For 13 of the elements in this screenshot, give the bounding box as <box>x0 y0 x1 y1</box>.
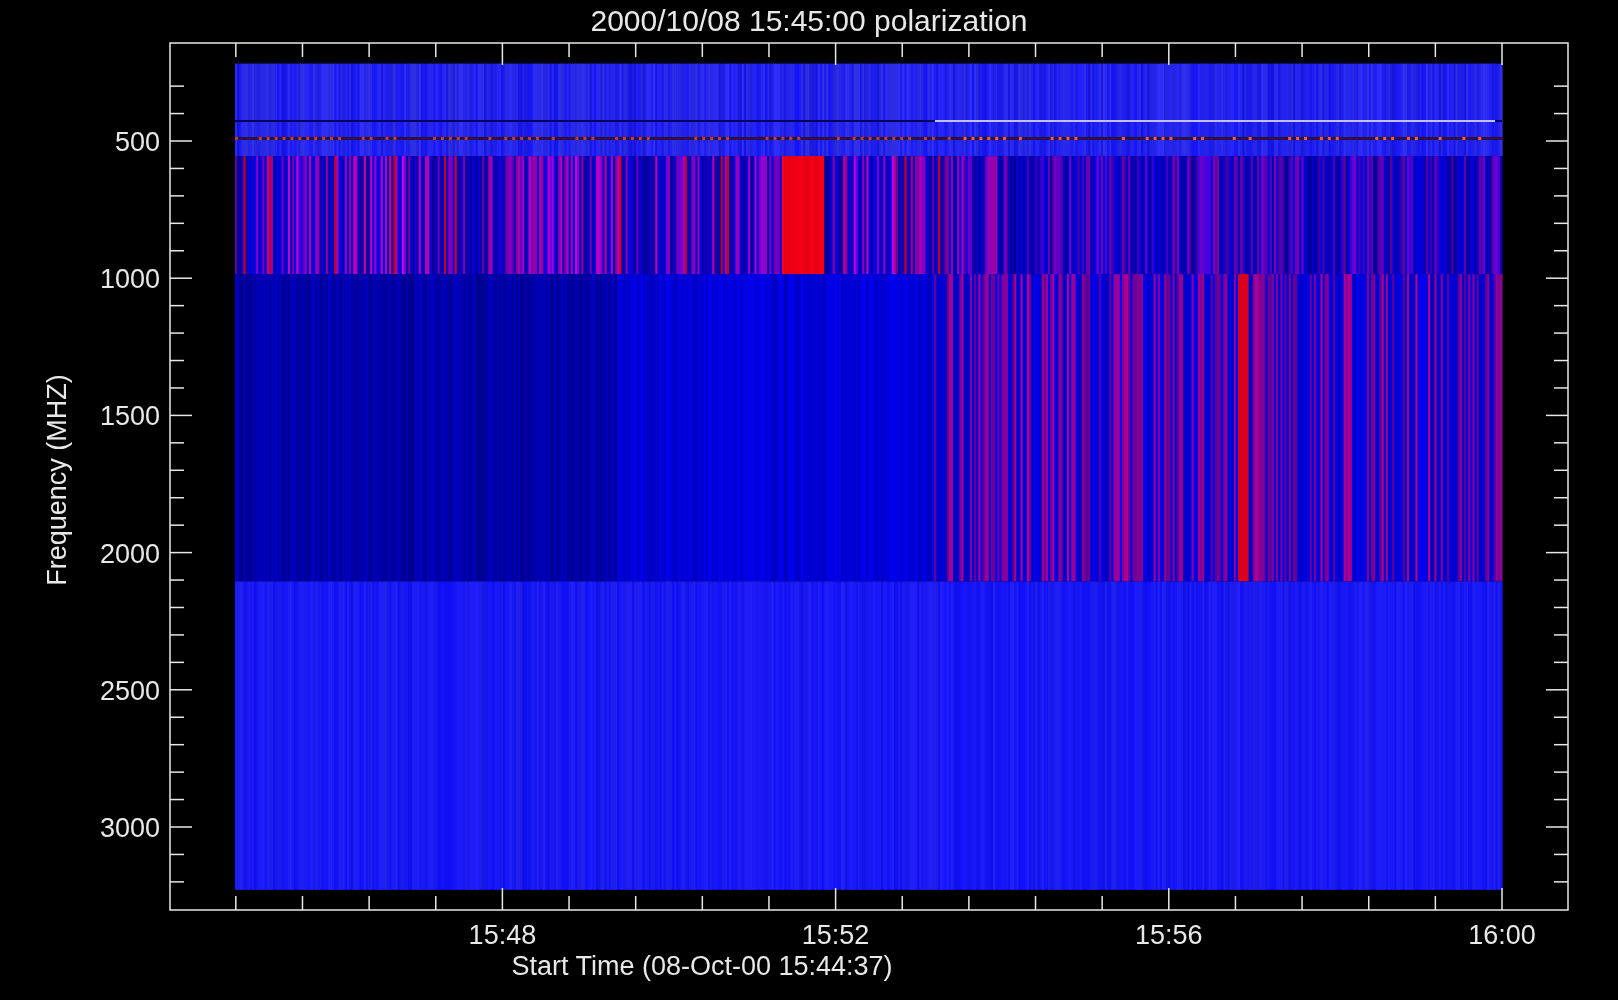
axis-label: Frequency (MHZ) <box>42 374 72 586</box>
tick-label: 1500 <box>99 401 160 432</box>
tick-label: 500 <box>114 127 160 157</box>
axis-label: Start Time (08-Oct-00 15:44:37) <box>511 951 893 981</box>
tick-label: 1000 <box>99 264 160 295</box>
tick-label: 15:48 <box>468 920 537 950</box>
tick-label: 2000 <box>99 538 160 569</box>
plot-title: 2000/10/08 15:45:00 polarization <box>590 4 1028 37</box>
tick-label: 16:00 <box>1468 920 1536 950</box>
tick-label: 2500 <box>99 675 160 706</box>
tick-label: 15:56 <box>1135 920 1203 950</box>
tick-label: 15:52 <box>801 920 870 950</box>
tick-label: 3000 <box>99 813 160 843</box>
